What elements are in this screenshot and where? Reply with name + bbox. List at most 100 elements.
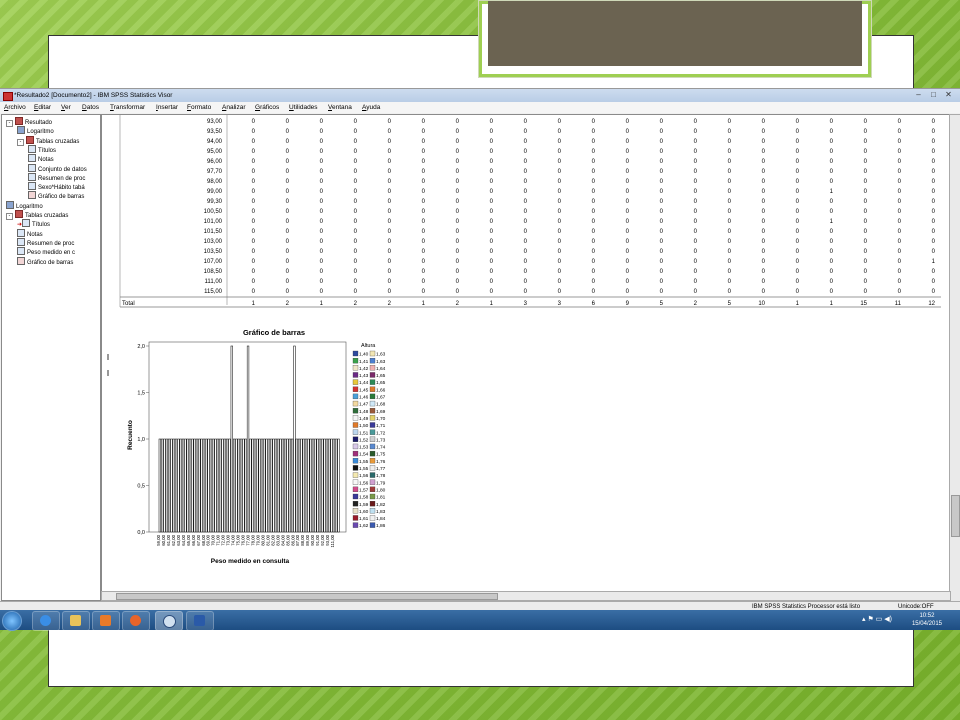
minimize-button[interactable]: – <box>912 90 925 100</box>
close-button[interactable]: ✕ <box>942 90 955 100</box>
ie-taskbar-button[interactable] <box>32 611 60 631</box>
row-label: 99,00 <box>207 189 223 195</box>
table-cell: 0 <box>626 199 630 205</box>
menu-ventana[interactable]: Ventana <box>328 102 352 113</box>
menu-graficos[interactable]: Gráficos <box>255 102 279 113</box>
table-cell: 0 <box>320 289 324 295</box>
table-cell: 0 <box>898 289 902 295</box>
legend-label: 1,63 <box>376 359 386 365</box>
media-taskbar-button[interactable] <box>92 611 120 631</box>
outline-node[interactable]: Conjunto de datos <box>28 163 87 173</box>
table-cell: 0 <box>898 259 902 265</box>
collapse-toggle-icon[interactable]: - <box>6 120 13 127</box>
outline-node-label: Resultado <box>25 120 53 126</box>
table-cell: 0 <box>286 279 290 285</box>
legend-swatch <box>352 500 359 507</box>
explorer-taskbar-button[interactable] <box>62 611 90 631</box>
system-tray-icons[interactable]: ▴ ⚑ ▭ ◀) <box>862 615 892 623</box>
outline-node[interactable]: - Resultado <box>6 117 53 127</box>
outline-node[interactable]: Logaritmo <box>6 200 43 210</box>
total-cell: 2 <box>354 301 358 307</box>
table-cell: 0 <box>728 279 732 285</box>
bar <box>309 438 312 533</box>
table-cell: 0 <box>456 219 460 225</box>
table-cell: 0 <box>422 169 426 175</box>
menu-insertar[interactable]: Insertar <box>156 102 178 113</box>
total-cell: 6 <box>592 301 596 307</box>
outline-node[interactable]: Gráfico de barras <box>17 256 74 266</box>
legend-swatch <box>369 458 376 464</box>
outline-node[interactable]: Notas <box>17 228 43 238</box>
table-cell: 0 <box>558 239 562 245</box>
outline-node-label: Gráfico de barras <box>27 259 74 266</box>
table-cell: 0 <box>558 259 562 265</box>
menu-archivo[interactable]: Archivo <box>4 102 26 113</box>
outline-node[interactable]: Resumen de proc <box>28 172 85 182</box>
menu-utilidades[interactable]: Utilidades <box>289 102 318 113</box>
table-cell: 0 <box>728 179 732 185</box>
outline-node[interactable]: - Tablas cruzadas <box>6 210 68 220</box>
outline-node[interactable]: Gráfico de barras <box>28 191 84 200</box>
maximize-button[interactable]: □ <box>927 90 940 100</box>
table-cell: 0 <box>592 209 596 215</box>
outline-node[interactable]: Notas <box>28 154 54 163</box>
collapse-toggle-icon[interactable]: - <box>6 213 13 220</box>
firefox-icon <box>130 615 141 626</box>
table-cell: 0 <box>796 149 800 155</box>
table-cell: 0 <box>728 269 732 275</box>
outline-node[interactable]: Títulos <box>28 144 56 154</box>
menu-transformar[interactable]: Transformar <box>110 102 145 113</box>
vertical-scrollbar[interactable] <box>949 114 960 603</box>
menu-formato[interactable]: Formato <box>187 102 211 113</box>
table-cell: 0 <box>456 239 460 245</box>
outline-node[interactable]: - Tablas cruzadas <box>17 135 79 146</box>
table-cell: 0 <box>762 219 766 225</box>
start-button[interactable] <box>2 611 22 631</box>
menu-ver[interactable]: Ver <box>61 102 71 113</box>
table-cell: 0 <box>694 169 698 175</box>
table-cell: 0 <box>422 289 426 295</box>
menu-ayuda[interactable]: Ayuda <box>362 102 380 113</box>
row-label: 99,30 <box>207 199 223 205</box>
menu-datos[interactable]: Datos <box>82 102 99 113</box>
table-cell: 0 <box>762 119 766 125</box>
table-cell: 0 <box>626 179 630 185</box>
table-cell: 0 <box>694 179 698 185</box>
outline-node[interactable]: Peso medido en c <box>17 247 75 256</box>
outline-node[interactable]: Resumen de proc <box>17 237 74 247</box>
legend-swatch <box>369 350 376 357</box>
legend-swatch <box>352 515 359 521</box>
horizontal-scroll-thumb[interactable] <box>116 593 498 600</box>
table-cell: 0 <box>932 279 936 285</box>
legend-swatch <box>352 422 359 428</box>
outline-node[interactable]: ➜ Títulos <box>17 219 50 228</box>
table-cell: 0 <box>898 129 902 135</box>
word-taskbar-button[interactable] <box>186 611 214 631</box>
outline-node-label: Conjunto de datos <box>38 166 87 173</box>
horizontal-scrollbar[interactable] <box>101 591 951 601</box>
outline-node[interactable]: Logaritmo <box>17 126 54 135</box>
bar <box>314 438 317 533</box>
table-cell: 0 <box>388 269 392 275</box>
table-cell: 0 <box>252 249 256 255</box>
firefox-taskbar-button[interactable] <box>122 611 150 631</box>
table-cell: 0 <box>456 209 460 215</box>
row-label: 98,00 <box>207 179 223 185</box>
bar <box>177 438 180 533</box>
menu-analizar[interactable]: Analizar <box>222 102 246 113</box>
spss-taskbar-button[interactable] <box>155 611 183 631</box>
collapse-toggle-icon[interactable]: - <box>17 138 24 146</box>
bar <box>284 438 287 533</box>
table-cell: 0 <box>286 239 290 245</box>
title-bar[interactable]: *Resultado2 [Documento2] - IBM SPSS Stat… <box>0 89 960 102</box>
menu-editar[interactable]: Editar <box>34 102 51 113</box>
table-cell: 0 <box>422 229 426 235</box>
vertical-scroll-thumb[interactable] <box>951 495 960 537</box>
total-cell: 3 <box>524 301 528 307</box>
clock[interactable]: 10:52 15/04/2015 <box>912 612 942 628</box>
table-cell: 0 <box>830 199 834 205</box>
legend-swatch <box>352 372 359 378</box>
table-cell: 0 <box>524 249 528 255</box>
outline-node[interactable]: Sexo*Hábito tabá <box>28 182 85 191</box>
table-cell: 0 <box>796 189 800 195</box>
